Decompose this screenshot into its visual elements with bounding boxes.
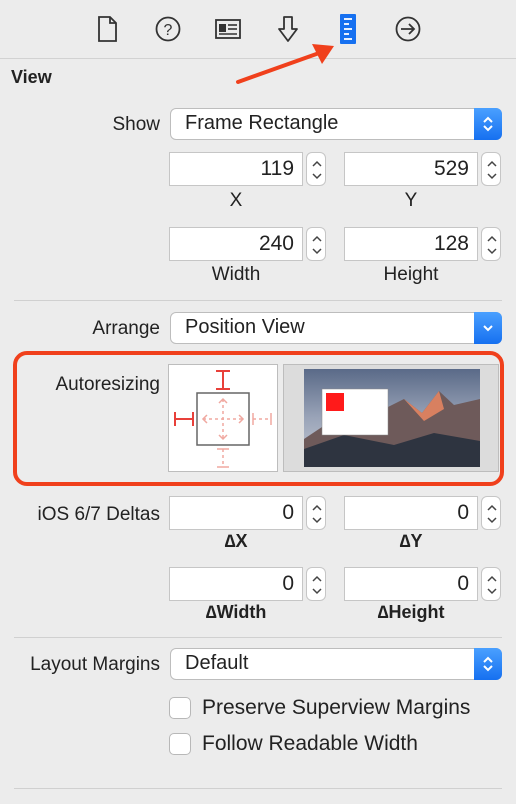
annotation-arrow-icon: [236, 44, 334, 84]
arrange-label: Arrange: [92, 318, 160, 339]
delta-y-stepper[interactable]: [481, 496, 501, 530]
y-stepper[interactable]: [481, 152, 501, 186]
show-popup-value: Frame Rectangle: [185, 112, 339, 134]
preserve-superview-margins-label: Preserve Superview Margins: [202, 696, 471, 719]
follow-readable-width-checkbox[interactable]: [169, 733, 191, 755]
delta-width-label: ∆Width: [205, 602, 267, 622]
delta-height-label: ∆Height: [377, 602, 445, 622]
show-popup[interactable]: Frame Rectangle: [170, 108, 502, 140]
delta-height-field[interactable]: 0: [344, 567, 478, 601]
chevron-updown-icon: [474, 648, 502, 680]
autoresizing-preview: [283, 364, 499, 472]
preserve-superview-margins-checkbox[interactable]: [169, 697, 191, 719]
x-field[interactable]: 119: [169, 152, 303, 186]
divider: [14, 300, 502, 301]
height-field[interactable]: 128: [344, 227, 478, 261]
y-label: Y: [404, 190, 418, 211]
svg-text:?: ?: [164, 22, 173, 39]
connections-inspector-icon[interactable]: [393, 14, 423, 44]
autoresizing-mask-control[interactable]: [168, 364, 278, 472]
width-field[interactable]: 240: [169, 227, 303, 261]
landscape-preview-image: [304, 369, 480, 467]
arrange-popup-value: Position View: [185, 316, 305, 338]
arrange-popup[interactable]: Position View: [170, 312, 502, 344]
y-field[interactable]: 529: [344, 152, 478, 186]
delta-x-label: ∆X: [224, 531, 248, 551]
show-label: Show: [112, 114, 160, 135]
delta-height-stepper[interactable]: [481, 567, 501, 601]
delta-x-stepper[interactable]: [306, 496, 326, 530]
x-label: X: [229, 190, 243, 211]
layout-margins-label: Layout Margins: [30, 654, 160, 675]
quick-help-icon[interactable]: ?: [153, 14, 183, 44]
height-label: Height: [383, 264, 439, 285]
delta-y-field[interactable]: 0: [344, 496, 478, 530]
layout-margins-popup-value: Default: [185, 652, 249, 674]
layout-margins-popup[interactable]: Default: [170, 648, 502, 680]
width-label: Width: [211, 264, 261, 285]
section-title: View: [11, 67, 52, 87]
width-stepper[interactable]: [306, 227, 326, 261]
delta-y-label: ∆Y: [399, 531, 423, 551]
divider: [14, 637, 502, 638]
divider: [14, 788, 502, 789]
chevron-updown-icon: [474, 108, 502, 140]
x-stepper[interactable]: [306, 152, 326, 186]
follow-readable-width-label: Follow Readable Width: [202, 732, 418, 755]
height-stepper[interactable]: [481, 227, 501, 261]
delta-width-field[interactable]: 0: [169, 567, 303, 601]
delta-width-stepper[interactable]: [306, 567, 326, 601]
file-inspector-icon[interactable]: [92, 14, 122, 44]
chevron-down-icon: [474, 312, 502, 344]
ios-deltas-label: iOS 6/7 Deltas: [37, 504, 161, 525]
delta-x-field[interactable]: 0: [169, 496, 303, 530]
autoresizing-label: Autoresizing: [55, 374, 160, 395]
